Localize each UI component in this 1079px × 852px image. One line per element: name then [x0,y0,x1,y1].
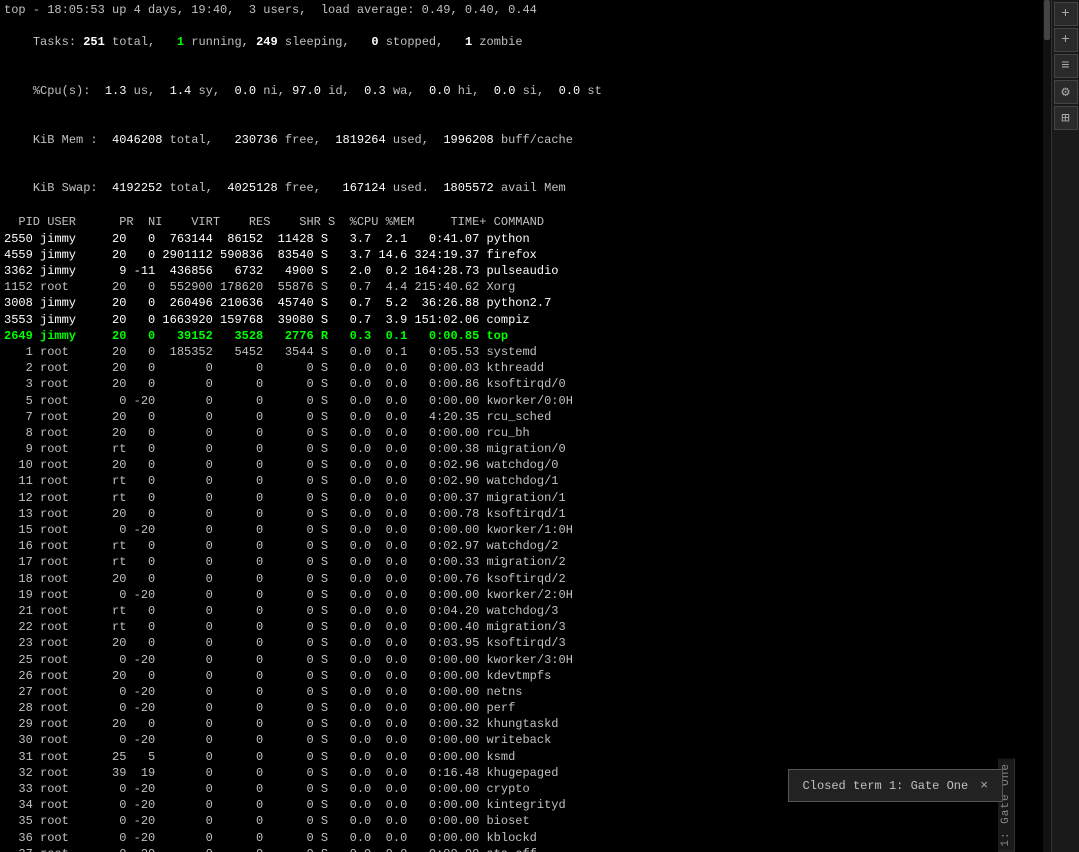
table-row: 3362 jimmy 9 -11 436856 6732 4900 S 2.0 … [4,263,1039,279]
header-line-5: KiB Swap: 4192252 total, 4025128 free, 1… [4,164,1039,213]
table-row: 22 root rt 0 0 0 0 S 0.0 0.0 0:00.40 mig… [4,619,1039,635]
table-row: 13 root 20 0 0 0 0 S 0.0 0.0 0:00.78 kso… [4,506,1039,522]
table-row: 8 root 20 0 0 0 0 S 0.0 0.0 0:00.00 rcu_… [4,425,1039,441]
sidebar: + + ≡ ⚙ ⊞ [1051,0,1079,852]
table-row: 29 root 20 0 0 0 0 S 0.0 0.0 0:00.32 khu… [4,716,1039,732]
table-row: 35 root 0 -20 0 0 0 S 0.0 0.0 0:00.00 bi… [4,813,1039,829]
header-line-3: %Cpu(s): 1.3 us, 1.4 sy, 0.0 ni, 97.0 id… [4,67,1039,116]
header-line-4: KiB Mem : 4046208 total, 230736 free, 18… [4,115,1039,164]
table-row: 36 root 0 -20 0 0 0 S 0.0 0.0 0:00.00 kb… [4,830,1039,846]
table-row: 18 root 20 0 0 0 0 S 0.0 0.0 0:00.76 kso… [4,571,1039,587]
table-row: 19 root 0 -20 0 0 0 S 0.0 0.0 0:00.00 kw… [4,587,1039,603]
header-line-2: Tasks: 251 total, 1 running, 249 sleepin… [4,18,1039,67]
table-row: 11 root rt 0 0 0 0 S 0.0 0.0 0:02.90 wat… [4,473,1039,489]
table-row: 7 root 20 0 0 0 0 S 0.0 0.0 4:20.35 rcu_… [4,409,1039,425]
scrollbar-thumb[interactable] [1044,0,1050,40]
terminal-area: top - 18:05:53 up 4 days, 19:40, 3 users… [0,0,1043,852]
table-row: 28 root 0 -20 0 0 0 S 0.0 0.0 0:00.00 pe… [4,700,1039,716]
table-row: 27 root 0 -20 0 0 0 S 0.0 0.0 0:00.00 ne… [4,684,1039,700]
close-notification-button[interactable]: × [980,778,988,793]
table-row: 9 root rt 0 0 0 0 S 0.0 0.0 0:00.38 migr… [4,441,1039,457]
col-header: PID USER PR NI VIRT RES SHR S %CPU %MEM … [4,214,1039,230]
scrollbar[interactable] [1043,0,1051,852]
sidebar-settings-button[interactable]: ⚙ [1054,80,1078,104]
header-line-1: top - 18:05:53 up 4 days, 19:40, 3 users… [4,2,1039,18]
table-row: 37 root 0 -20 0 0 0 S 0.0 0.0 0:00.00 at… [4,846,1039,852]
table-row: 25 root 0 -20 0 0 0 S 0.0 0.0 0:00.00 kw… [4,652,1039,668]
table-row: 3008 jimmy 20 0 260496 210636 45740 S 0.… [4,295,1039,311]
process-list: 2550 jimmy 20 0 763144 86152 11428 S 3.7… [4,231,1039,328]
highlighted-process-row: 2649 jimmy 20 0 39152 3528 2776 R 0.3 0.… [4,328,1039,344]
sidebar-menu-button[interactable]: ≡ [1054,54,1078,78]
table-row: 4559 jimmy 20 0 2901112 590836 83540 S 3… [4,247,1039,263]
table-row: 10 root 20 0 0 0 0 S 0.0 0.0 0:02.96 wat… [4,457,1039,473]
table-row: 1 root 20 0 185352 5452 3544 S 0.0 0.1 0… [4,344,1039,360]
sidebar-grid-button[interactable]: ⊞ [1054,106,1078,130]
table-row: 16 root rt 0 0 0 0 S 0.0 0.0 0:02.97 wat… [4,538,1039,554]
table-row: 3553 jimmy 20 0 1663920 159768 39080 S 0… [4,312,1039,328]
sidebar-zoom-out-button[interactable]: + [1054,28,1078,52]
table-row: 3 root 20 0 0 0 0 S 0.0 0.0 0:00.86 ksof… [4,376,1039,392]
table-row: 26 root 20 0 0 0 0 S 0.0 0.0 0:00.00 kde… [4,668,1039,684]
table-row: 2 root 20 0 0 0 0 S 0.0 0.0 0:00.03 kthr… [4,360,1039,376]
table-row: 15 root 0 -20 0 0 0 S 0.0 0.0 0:00.00 kw… [4,522,1039,538]
table-row: 21 root rt 0 0 0 0 S 0.0 0.0 0:04.20 wat… [4,603,1039,619]
tasks-label: Tasks: [33,35,83,49]
table-row: 5 root 0 -20 0 0 0 S 0.0 0.0 0:00.00 kwo… [4,393,1039,409]
table-row: 12 root rt 0 0 0 0 S 0.0 0.0 0:00.37 mig… [4,490,1039,506]
closed-term-notification: Closed term 1: Gate One × [788,769,1003,802]
table-row: 2550 jimmy 20 0 763144 86152 11428 S 3.7… [4,231,1039,247]
notification-text: Closed term 1: Gate One [803,779,969,793]
table-row: 30 root 0 -20 0 0 0 S 0.0 0.0 0:00.00 wr… [4,732,1039,748]
table-row: 23 root 20 0 0 0 0 S 0.0 0.0 0:03.95 kso… [4,635,1039,651]
table-row: 17 root rt 0 0 0 0 S 0.0 0.0 0:00.33 mig… [4,554,1039,570]
sidebar-zoom-in-button[interactable]: + [1054,2,1078,26]
table-row: 31 root 25 5 0 0 0 S 0.0 0.0 0:00.00 ksm… [4,749,1039,765]
table-row: 1152 root 20 0 552900 178620 55876 S 0.7… [4,279,1039,295]
